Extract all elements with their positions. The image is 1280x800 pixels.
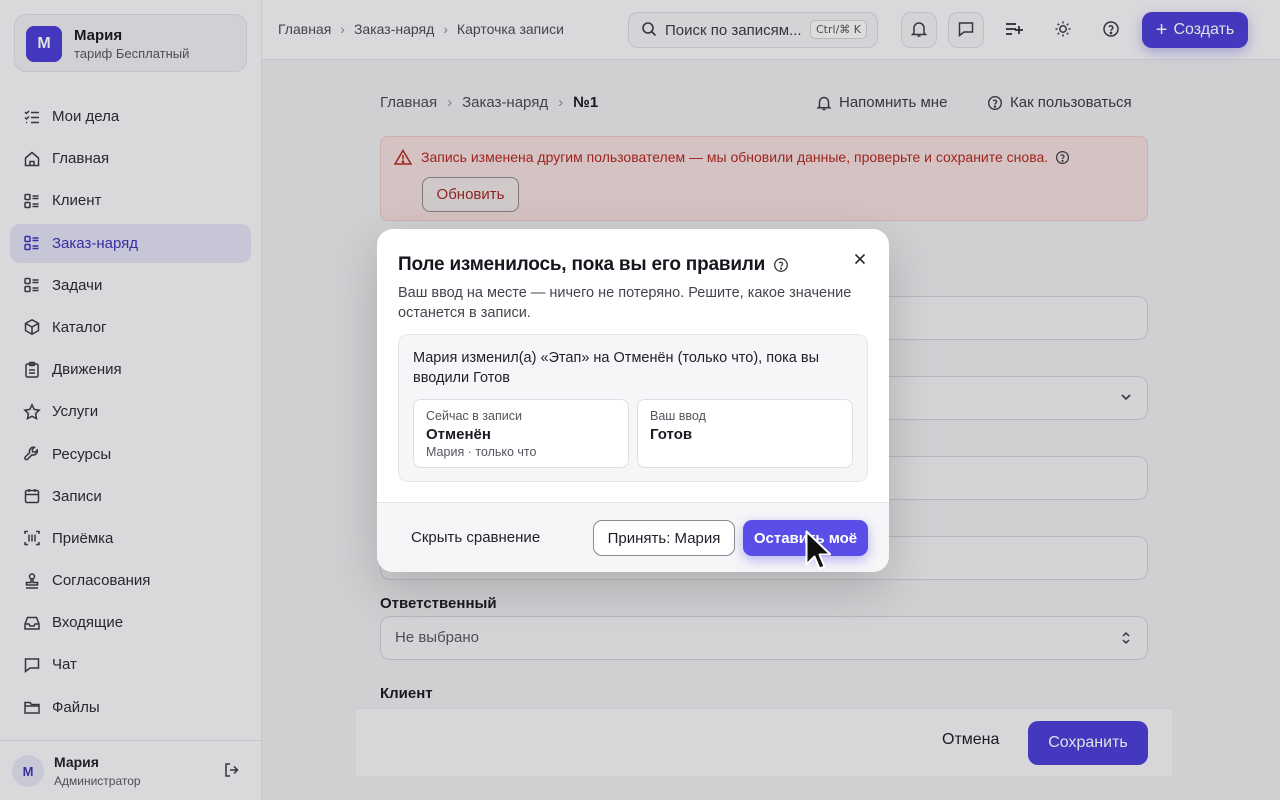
dialog-title-text: Поле изменилось, пока вы его правили xyxy=(398,254,766,275)
accept-theirs-button[interactable]: Принять: Мария xyxy=(593,520,735,556)
current-value-meta: Мария · только что xyxy=(426,445,537,459)
help-icon[interactable] xyxy=(773,257,789,273)
change-summary: Мария изменил(а) «Этап» на Отменён (толь… xyxy=(413,350,820,386)
current-value: Отменён xyxy=(426,426,491,443)
dialog-title: Поле изменилось, пока вы его правили xyxy=(398,254,789,276)
your-value: Готов xyxy=(650,426,693,443)
conflict-dialog: Поле изменилось, пока вы его правили Ваш… xyxy=(377,229,889,572)
your-value-label: Ваш ввод xyxy=(650,409,706,423)
hide-comparison-button[interactable]: Скрыть сравнение xyxy=(411,529,540,546)
comparison-panel: Мария изменил(а) «Этап» на Отменён (толь… xyxy=(398,334,868,482)
your-value-card: Ваш ввод Готов xyxy=(637,399,853,468)
current-value-label: Сейчас в записи xyxy=(426,409,522,423)
close-icon[interactable] xyxy=(851,250,869,268)
current-value-card: Сейчас в записи Отменён Мария · только ч… xyxy=(413,399,629,468)
dialog-description: Ваш ввод на месте — ничего не потеряно. … xyxy=(398,285,852,321)
mouse-cursor-icon xyxy=(805,530,832,581)
